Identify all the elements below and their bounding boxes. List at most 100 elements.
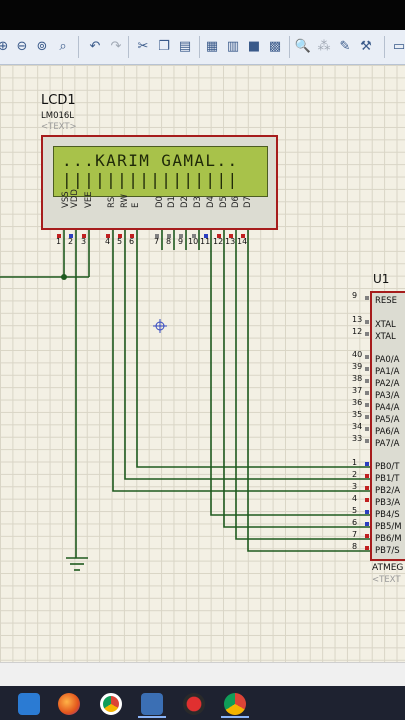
pin-marker: [365, 355, 369, 359]
lcd-pin-number: 10: [188, 237, 199, 246]
block-rotate-icon[interactable]: ■: [245, 37, 263, 55]
proteus-icon[interactable]: [141, 693, 163, 715]
schematic-canvas[interactable]: LCD1 LM016L <TEXT> ...KARIM GAMAL.. ||||…: [0, 65, 405, 662]
pin-marker: [365, 439, 369, 443]
mcu-pin-number: 38: [352, 374, 363, 383]
lcd-pin-number: 11: [200, 237, 211, 246]
firefox-icon[interactable]: [58, 693, 80, 715]
mcu-pin-name: PB7/S: [375, 546, 400, 556]
mcu-pin-name: PA2/A: [375, 379, 400, 389]
lcd-pin-number: 3: [81, 237, 87, 246]
mcu-pin-name: PA1/A: [375, 367, 400, 377]
mcu-pin-name: PB6/M: [375, 534, 402, 544]
lcd-pin-number: 13: [225, 237, 236, 246]
mcu-pin-number: 6: [352, 518, 358, 527]
chrome-icon[interactable]: [100, 693, 122, 715]
mcu-pin-number: 13: [352, 315, 363, 324]
mcu-pin-name: PA6/A: [375, 427, 400, 437]
mcu-pin-number: 34: [352, 422, 363, 431]
zoom-area-icon[interactable]: ⌕: [54, 37, 72, 55]
lcd-pin-number: 5: [117, 237, 123, 246]
mcu-pin-number: 3: [352, 482, 358, 491]
pin-marker: [365, 296, 369, 300]
pin-marker: [155, 234, 159, 238]
lcd-pin-number: 2: [68, 237, 74, 246]
chrome-profile-icon[interactable]: [224, 693, 246, 715]
mcu-pin-name: PA7/A: [375, 439, 400, 449]
toolbar-extra-icon[interactable]: ▭: [390, 37, 405, 55]
mcu-pin-name: PA3/A: [375, 391, 400, 401]
mcu-pin-number: 35: [352, 410, 363, 419]
pin-marker: [179, 234, 183, 238]
mcu-pin-name: PA4/A: [375, 403, 400, 413]
wires: [0, 230, 370, 571]
pin-marker: [69, 234, 73, 238]
pin-marker: [365, 462, 369, 466]
make-device-icon[interactable]: ⁂: [315, 37, 333, 55]
active-indicator: [221, 716, 249, 718]
active-indicator: [138, 716, 166, 718]
pin-marker: [365, 522, 369, 526]
pin-marker: [365, 474, 369, 478]
lcd-pin-number: 1: [56, 237, 62, 246]
mcu-pin-number: 5: [352, 506, 358, 515]
decompose-icon[interactable]: ⚒: [357, 37, 375, 55]
mcu-pin-name: PB4/S: [375, 510, 400, 520]
mcu-pin-number: 12: [352, 327, 363, 336]
paste-icon[interactable]: ▤: [176, 37, 194, 55]
pin-marker: [365, 546, 369, 550]
pin-marker: [217, 234, 221, 238]
horizontal-scrollbar[interactable]: [0, 662, 405, 687]
mcu-pin-name: PB3/A: [375, 498, 401, 508]
mcu-part-label: ATMEG: [372, 563, 404, 573]
pin-marker: [365, 534, 369, 538]
toolbar-separator: [78, 36, 79, 58]
pin-marker: [365, 391, 369, 395]
undo-icon[interactable]: ↶: [86, 37, 104, 55]
mcu-pin-name: PA5/A: [375, 415, 400, 425]
pin-marker: [167, 234, 171, 238]
pin-marker: [365, 498, 369, 502]
mcu-pin-number: 39: [352, 362, 363, 371]
pin-marker: [241, 234, 245, 238]
toolbar-separator: [128, 36, 129, 58]
zoom-all-icon[interactable]: ⊚: [33, 37, 51, 55]
pin-marker: [229, 234, 233, 238]
mcu-pin-name: XTAL: [375, 332, 396, 342]
zoom-in-icon[interactable]: ⊕: [0, 37, 12, 55]
lcd-pin-number: 14: [237, 237, 248, 246]
mcu-pin-number: 8: [352, 542, 358, 551]
pin-marker: [365, 403, 369, 407]
lcd-pin-number: 8: [166, 237, 172, 246]
mcu-text-placeholder: <TEXT: [372, 575, 401, 585]
pin-marker: [365, 486, 369, 490]
mcu-pin-number: 37: [352, 386, 363, 395]
mcu-pin-number: 36: [352, 398, 363, 407]
pin-marker: [118, 234, 122, 238]
mcu-ref-label: U1: [373, 272, 390, 286]
pin-marker: [365, 320, 369, 324]
cut-icon[interactable]: ✂: [134, 37, 152, 55]
pin-marker: [106, 234, 110, 238]
mcu-pin-number: 2: [352, 470, 358, 479]
block-move-icon[interactable]: ▥: [224, 37, 242, 55]
pin-marker: [365, 510, 369, 514]
mcu-pin-name: PB1/T: [375, 474, 400, 484]
lcd-pin-number: 6: [129, 237, 135, 246]
mail-icon[interactable]: [18, 693, 40, 715]
pin-marker: [82, 234, 86, 238]
mcu-pin-number: 4: [352, 494, 358, 503]
block-copy-icon[interactable]: ▦: [203, 37, 221, 55]
pin-marker: [365, 427, 369, 431]
copy-icon[interactable]: ❐: [155, 37, 173, 55]
record-icon[interactable]: [183, 693, 205, 715]
redo-icon[interactable]: ↷: [107, 37, 125, 55]
pick-device-icon[interactable]: 🔍: [294, 37, 312, 55]
block-delete-icon[interactable]: ▩: [266, 37, 284, 55]
package-tool-icon[interactable]: ✎: [336, 37, 354, 55]
lcd-pin-number: 12: [213, 237, 224, 246]
mcu-pin-name: RESE: [375, 296, 398, 306]
mcu-pin-number: 1: [352, 458, 358, 467]
zoom-out-icon[interactable]: ⊖: [13, 37, 31, 55]
pin-marker: [365, 415, 369, 419]
